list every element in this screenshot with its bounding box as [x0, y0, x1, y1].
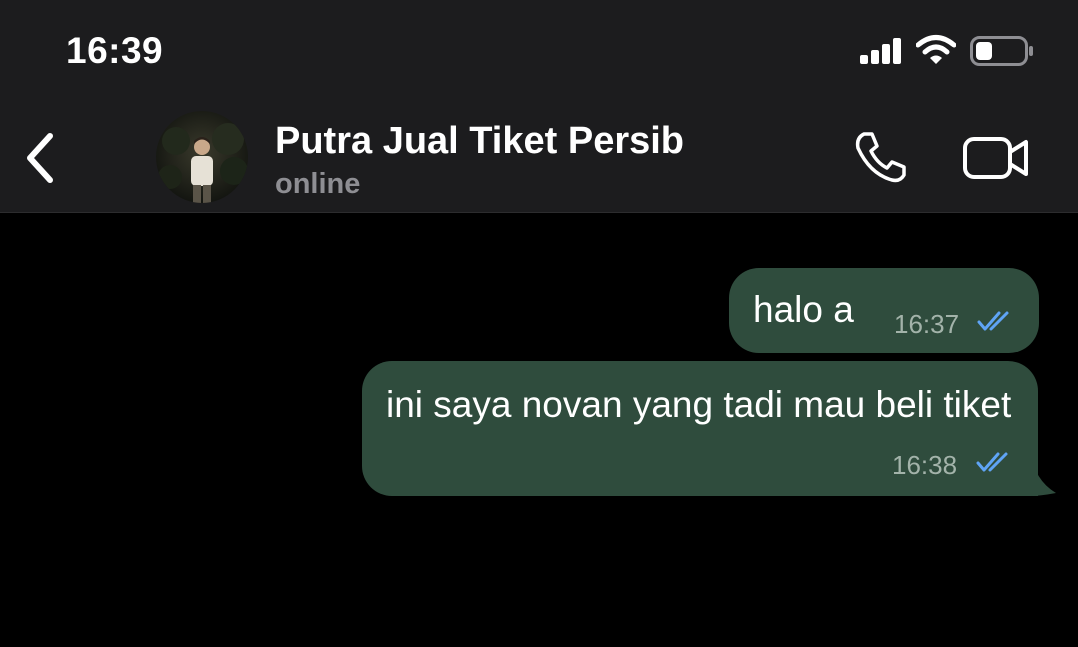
cellular-signal-icon [860, 38, 901, 64]
message-text: ini saya novan yang tadi mau beli tiket [386, 384, 1012, 425]
video-camera-icon [963, 137, 1028, 179]
read-receipt-icon [976, 452, 1008, 472]
message-bubble-outgoing[interactable]: ini saya novan yang tadi mau beli tiket … [362, 361, 1038, 496]
status-bar-time: 16:39 [66, 30, 164, 71]
contact-photo [156, 111, 248, 203]
avatar[interactable] [156, 111, 248, 203]
contact-status: online [275, 168, 361, 200]
phone-icon [855, 132, 906, 183]
chat-header: 16:39 Putra Jual Tiket Persib online [0, 0, 1078, 213]
wifi-icon [916, 35, 956, 64]
message-time: 16:37 [894, 309, 960, 339]
back-button[interactable] [22, 130, 62, 186]
back-chevron-icon [27, 133, 53, 183]
message-time: 16:38 [892, 450, 958, 480]
voice-call-button[interactable] [852, 130, 908, 189]
video-call-button[interactable] [962, 136, 1030, 185]
battery-icon [970, 36, 1033, 66]
bubble-tail [1030, 450, 1056, 496]
contact-name[interactable]: Putra Jual Tiket Persib [275, 120, 684, 163]
message-bubble-outgoing[interactable]: halo a 16:37 [729, 268, 1039, 353]
read-receipt-icon [977, 311, 1009, 331]
message-text: halo a [753, 289, 854, 330]
